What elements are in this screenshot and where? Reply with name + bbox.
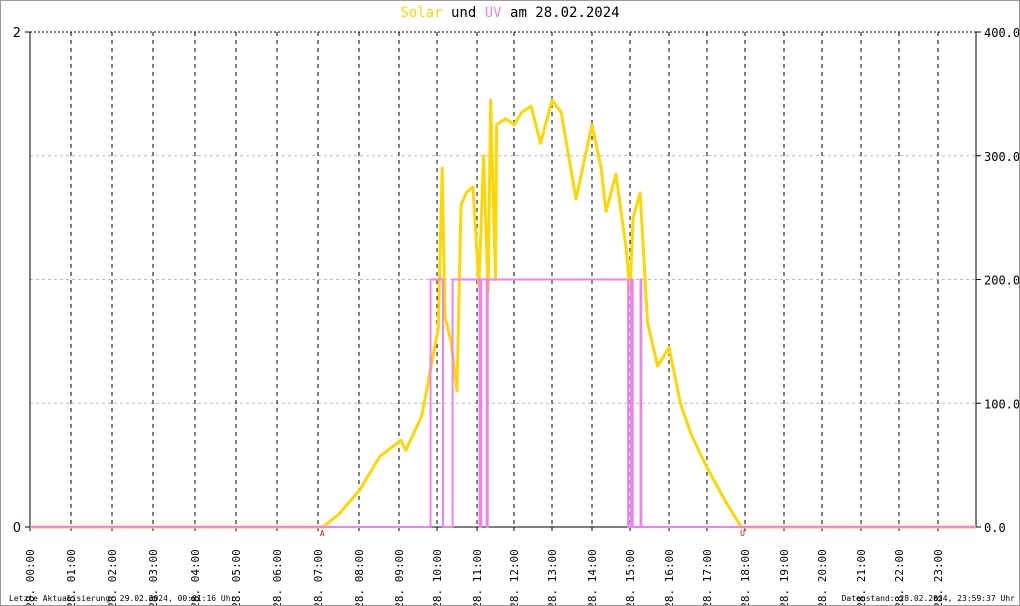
x-tick-label: 28. 17:00 <box>701 549 714 605</box>
x-tick-label: 28. 07:00 <box>312 549 325 605</box>
x-tick-label: 28. 18:00 <box>739 549 752 605</box>
x-tick-label: 28. 13:00 <box>546 549 559 605</box>
x-tick-label: 28. 09:00 <box>393 549 406 605</box>
chart-window: Solar und UV am 28.02.2024 0.0 100.0 200.0… <box>0 0 1020 606</box>
x-tick-label: 28. 16:00 <box>663 549 676 605</box>
solar-line <box>30 98 976 529</box>
x-tick-label: 28. 06:00 <box>271 549 284 605</box>
right-tick-label: 400.0 <box>984 26 1019 40</box>
marker-A: A <box>320 529 325 538</box>
x-tick-label: 28. 14:00 <box>586 549 599 605</box>
right-tick-label: 300.0 <box>984 150 1019 164</box>
right-tick-label: 200.0 <box>984 274 1019 288</box>
right-tick-label: 100.0 <box>984 397 1019 411</box>
data-timestamp: Datenstand: 28.02.2024, 23:59:37 Uhr <box>841 594 1015 603</box>
x-tick-label: 28. 12:00 <box>508 549 521 605</box>
x-tick-label: 28. 20:00 <box>816 549 829 605</box>
right-tick-label: 0.0 <box>984 521 1006 535</box>
left-tick-label: 2 <box>13 26 21 41</box>
x-tick-label: 28. 10:00 <box>431 549 444 605</box>
x-tick-label: 28. 15:00 <box>624 549 637 605</box>
chart-svg: 0.0100.0200.0300.0400.028. 00:00 28. 01:0… <box>13 26 1019 605</box>
x-tick-label: 28. 19:00 <box>778 549 791 605</box>
x-tick-label: 28. 08:00 <box>353 549 366 605</box>
left-tick-label: 0 <box>13 521 21 536</box>
marker-U: U <box>740 529 745 538</box>
x-tick-label: 28. 11:00 <box>471 549 484 605</box>
last-update: Letzte Aktualisierung: 29.02.2024, 00:01… <box>9 594 236 603</box>
